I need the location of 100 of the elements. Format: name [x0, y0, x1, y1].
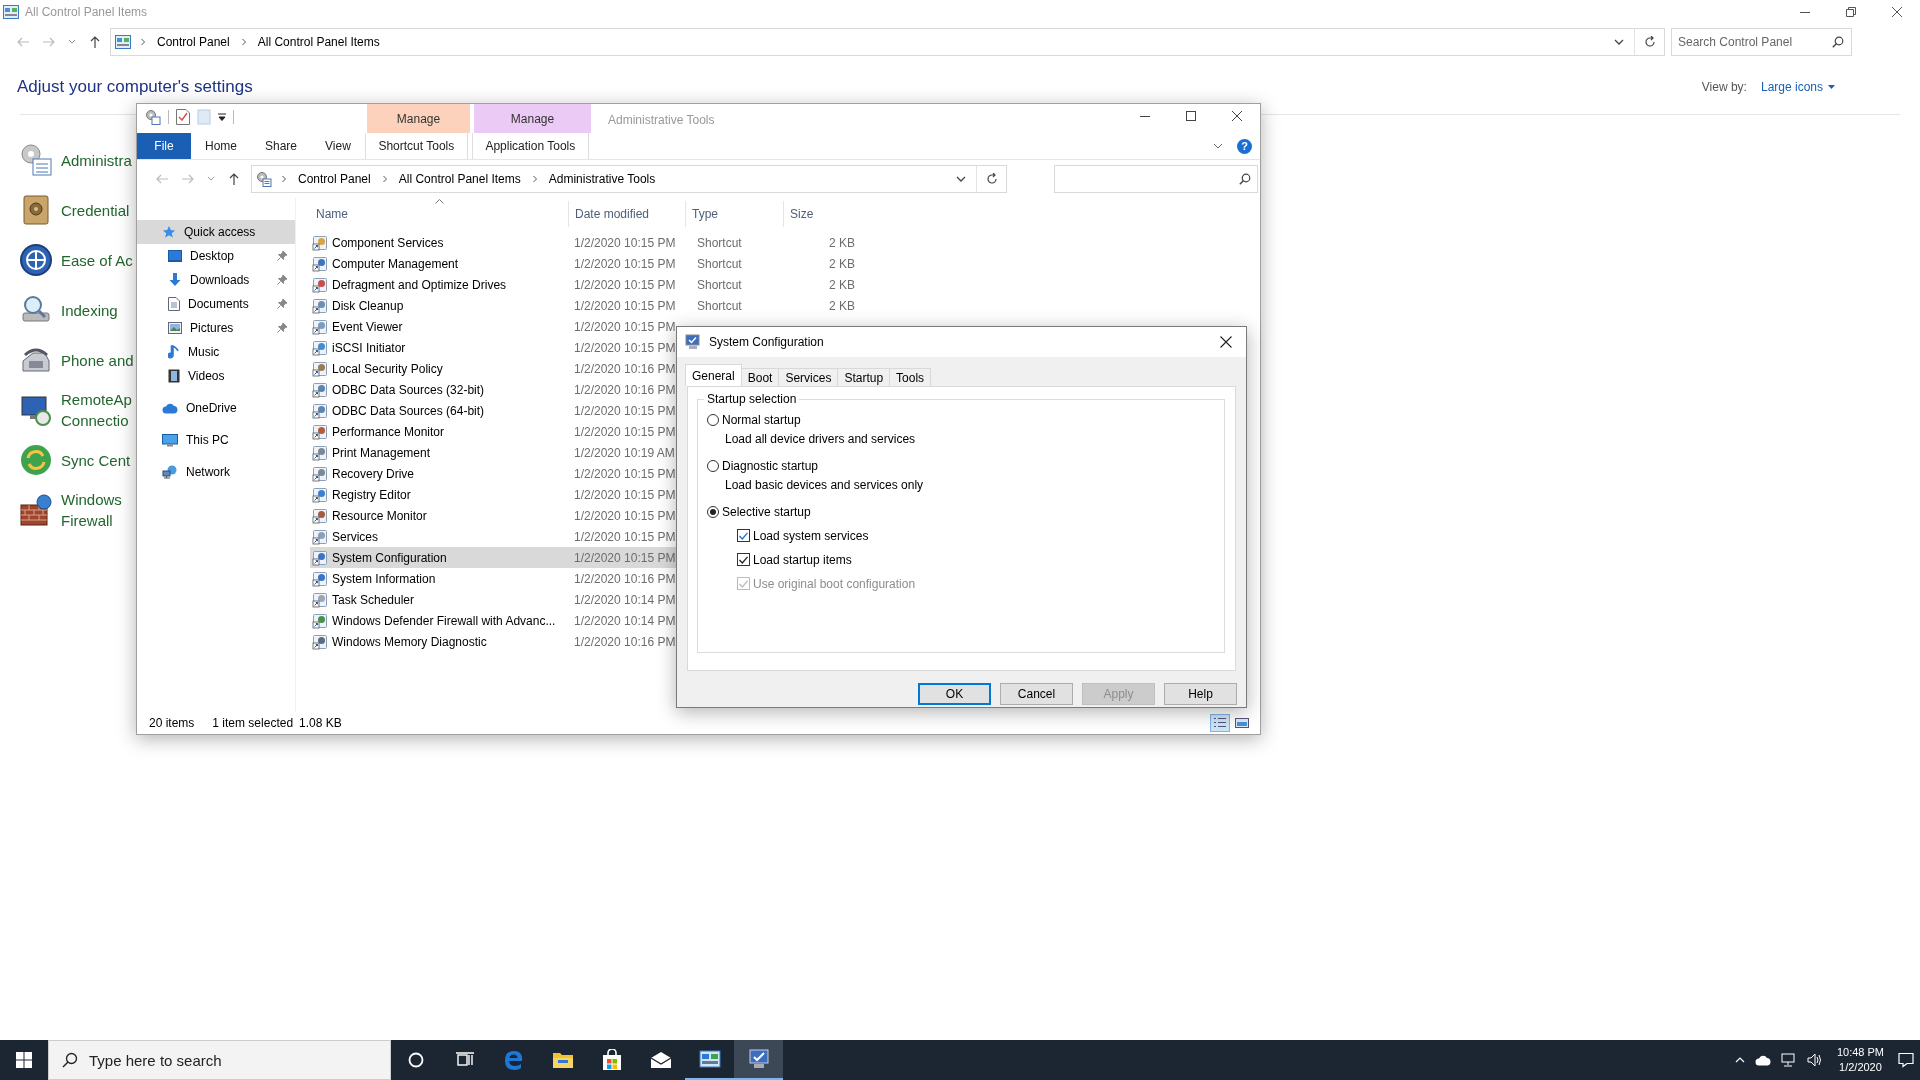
ribbon-tab[interactable]: View — [311, 133, 365, 159]
breadcrumb-item[interactable]: Control Panel — [155, 35, 232, 49]
breadcrumb-item[interactable]: Administrative Tools — [546, 172, 658, 186]
navigation-item[interactable]: This PC — [137, 428, 295, 452]
address-bar[interactable]: Control Panel All Control Panel Items Administrative Tools — [251, 165, 1007, 193]
navigation-item[interactable]: Network — [137, 460, 295, 484]
dialog-button[interactable]: Cancel — [1000, 683, 1073, 705]
dialog-button[interactable]: Help — [1164, 683, 1237, 705]
checkbox[interactable] — [737, 553, 750, 566]
date-modified: 1/2/2020 10:15 PM — [573, 403, 677, 418]
search-field[interactable]: Type here to search — [48, 1040, 391, 1080]
column-header[interactable]: Type — [685, 201, 783, 227]
navigation-item[interactable]: Pictures — [137, 316, 295, 340]
file-row[interactable]: Computer Management 1/2/2020 10:15 PM Shortcut 2 KB — [310, 253, 970, 274]
tab[interactable]: Tools — [889, 368, 932, 386]
navigation-item[interactable]: Desktop — [137, 244, 295, 268]
breadcrumb-item[interactable]: Control Panel — [296, 172, 373, 186]
tab[interactable]: General — [685, 364, 742, 386]
file-row[interactable]: Disk Cleanup 1/2/2020 10:15 PM Shortcut 2 KB — [310, 295, 970, 316]
date-modified: 1/2/2020 10:15 PM — [573, 466, 677, 481]
control-panel-link[interactable]: Windows Firewall — [61, 489, 122, 531]
search-field[interactable] — [1054, 165, 1258, 193]
control-panel-link[interactable]: Ease of Ac — [61, 249, 133, 271]
chevron-right-icon — [530, 175, 539, 183]
search-field[interactable]: Search Control Panel — [1671, 28, 1852, 56]
date-modified: 1/2/2020 10:15 PM — [573, 277, 677, 292]
group-label: Startup selection — [704, 392, 800, 406]
control-panel-link[interactable]: Administra — [61, 149, 132, 171]
file-name: Defragment and Optimize Drives — [332, 277, 507, 292]
date-modified: 1/2/2020 10:15 PM — [573, 424, 677, 439]
shortcut-icon — [312, 402, 328, 419]
tab[interactable]: Startup — [837, 368, 891, 386]
control-panel-link[interactable]: RemoteAp Connectio — [61, 389, 132, 431]
help-button[interactable]: ? — [1237, 138, 1252, 154]
control-panel-link[interactable]: Sync Cent — [61, 449, 131, 471]
film-icon — [168, 369, 180, 383]
navigation-item[interactable]: Videos — [137, 364, 295, 388]
date-modified: 1/2/2020 10:16 PM — [573, 571, 677, 586]
column-header[interactable]: Date modified — [568, 201, 685, 227]
control-panel-icon — [698, 1050, 721, 1068]
radio-button[interactable] — [707, 506, 719, 518]
ribbon-tab[interactable]: Application Tools — [471, 133, 589, 159]
chevron-down-icon — [956, 176, 966, 182]
column-header[interactable]: Size — [783, 201, 843, 227]
date-modified: 1/2/2020 10:14 PM — [573, 613, 677, 628]
file-row[interactable]: Component Services 1/2/2020 10:15 PM Shortcut 2 KB — [310, 232, 970, 253]
navigation-item[interactable]: Documents — [137, 292, 295, 316]
file-type: Shortcut — [696, 298, 743, 313]
shortcut-icon — [312, 549, 328, 566]
clock[interactable]: 10:48 PM 1/2/2020 — [1832, 1045, 1888, 1075]
file-row[interactable]: Windows Memory Diagnostic 1/2/2020 10:16 PM — [310, 631, 970, 652]
music-note-icon — [168, 345, 180, 359]
view-by-dropdown[interactable]: Large icons — [1760, 80, 1835, 94]
radio-option[interactable]: Selective startup — [707, 502, 811, 522]
envelope-icon — [649, 1051, 672, 1069]
dialog-button[interactable]: OK — [918, 683, 991, 705]
checkbox-option[interactable]: Load system services — [737, 526, 869, 545]
file-row[interactable]: Windows Defender Firewall with Advanc... 1/2/2020 10:14 PM — [310, 610, 970, 631]
file-tab[interactable]: File — [137, 133, 191, 159]
navigation-item[interactable]: Quick access — [137, 220, 295, 244]
view-toggle[interactable] — [1210, 714, 1230, 732]
radio-button[interactable] — [707, 460, 719, 472]
radio-option[interactable]: Normal startup — [707, 410, 801, 430]
file-name: Task Scheduler — [332, 592, 415, 607]
shortcut-icon — [312, 591, 328, 608]
ribbon-tab[interactable]: Home — [191, 133, 251, 159]
control-panel-link[interactable]: Phone and — [61, 349, 134, 371]
column-header[interactable]: Name — [310, 201, 568, 227]
checkbox-option[interactable]: Load startup items — [737, 550, 852, 569]
ribbon-tab[interactable]: Share — [251, 133, 312, 159]
window-title: All Control Panel Items — [25, 5, 148, 19]
close-icon — [1892, 7, 1902, 17]
control-panel-link[interactable]: Indexing — [61, 299, 118, 321]
shortcut-icon — [312, 318, 328, 335]
radio-option[interactable]: Diagnostic startup — [707, 456, 819, 476]
cloud-icon[interactable] — [1754, 1054, 1771, 1066]
shortcut-icon — [312, 486, 328, 503]
navigation-item[interactable]: OneDrive — [137, 396, 295, 420]
shortcut-icon — [312, 255, 328, 272]
pin-icon — [277, 251, 287, 261]
shortcut-icon — [312, 612, 328, 629]
checkbox[interactable] — [737, 529, 750, 542]
file-name: Registry Editor — [332, 487, 411, 502]
control-panel-link[interactable]: Credential — [61, 199, 130, 221]
file-row[interactable]: Event Viewer 1/2/2020 10:15 PM — [310, 316, 970, 337]
breadcrumb-item[interactable]: All Control Panel Items — [255, 35, 382, 49]
ribbon-tab[interactable]: Shortcut Tools — [364, 133, 468, 159]
volume-icon[interactable] — [1806, 1053, 1823, 1067]
breadcrumb-item[interactable]: All Control Panel Items — [396, 172, 523, 186]
shortcut-icon — [312, 276, 328, 293]
navigation-item[interactable]: Music — [137, 340, 295, 364]
chevron-up-icon[interactable] — [1734, 1057, 1745, 1063]
address-bar[interactable]: Control Panel All Control Panel Items — [110, 28, 1665, 56]
network-icon[interactable] — [1780, 1053, 1797, 1067]
date-modified: 1/2/2020 10:15 PM — [573, 529, 677, 544]
notification-icon[interactable] — [1898, 1052, 1914, 1068]
chevron-right-icon — [139, 38, 147, 46]
radio-button[interactable] — [707, 414, 719, 426]
navigation-item[interactable]: Downloads — [137, 268, 295, 292]
file-row[interactable]: Defragment and Optimize Drives 1/2/2020 10:15 PM Shortcut 2 KB — [310, 274, 970, 295]
